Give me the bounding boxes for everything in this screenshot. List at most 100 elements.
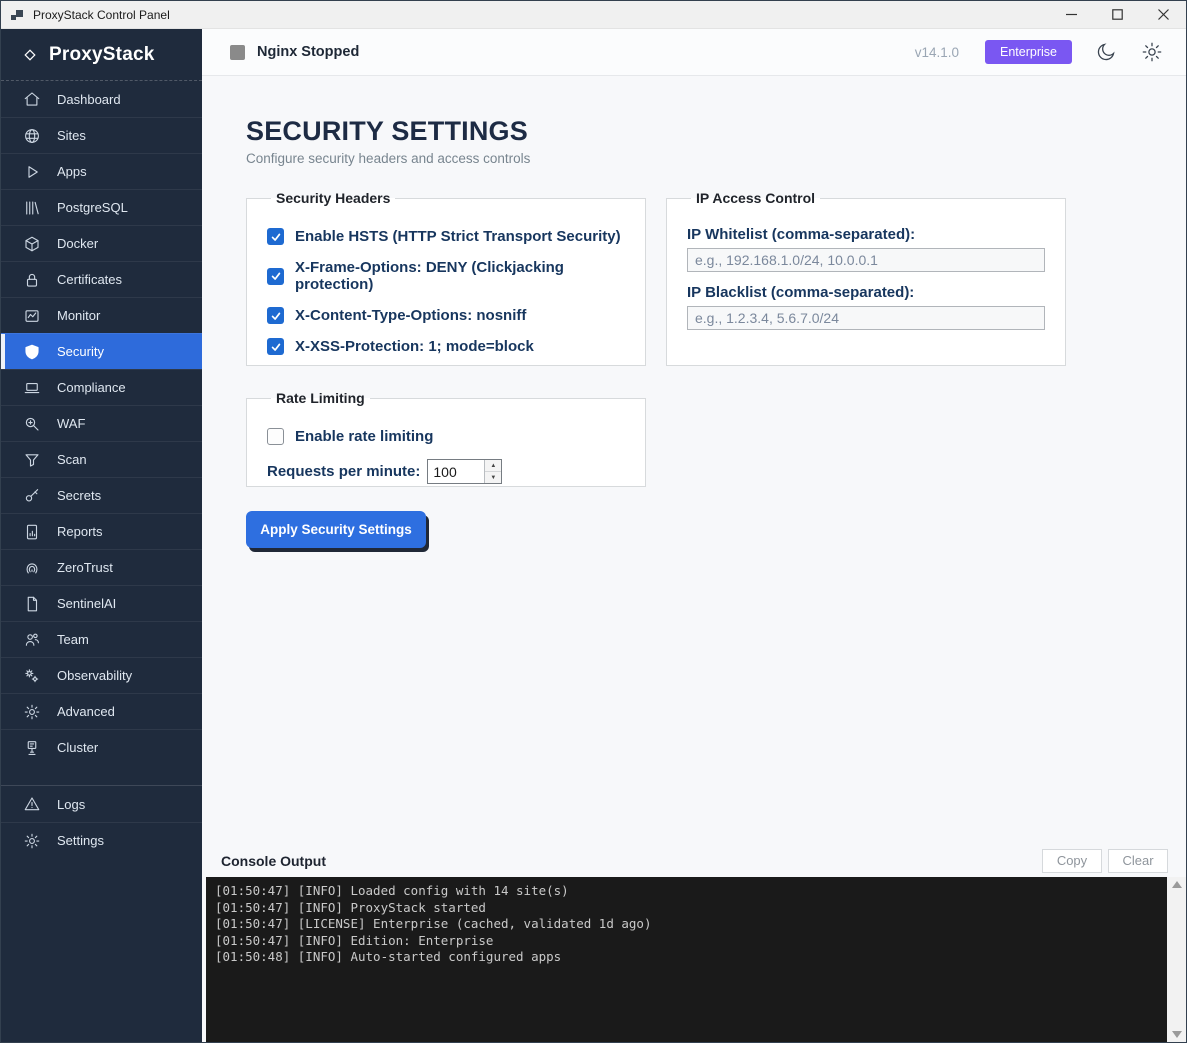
checkbox-unchecked-icon: [267, 428, 284, 445]
sidebar-item-dashboard[interactable]: Dashboard: [1, 81, 202, 117]
enable-rate-limiting-checkbox[interactable]: Enable rate limiting: [267, 428, 625, 445]
sidebar-item-sentinelai[interactable]: SentinelAI: [1, 585, 202, 621]
rpm-increment-button[interactable]: ▲: [485, 460, 502, 472]
checkbox-x-frame-options-deny-clickjack[interactable]: X-Frame-Options: DENY (Clickjacking prot…: [267, 259, 625, 293]
sidebar-item-secrets[interactable]: Secrets: [1, 477, 202, 513]
laptop-icon: [23, 379, 41, 397]
copy-button[interactable]: Copy: [1042, 848, 1102, 873]
sidebar-item-label: Reports: [57, 524, 103, 539]
checkbox-enable-hsts-http-strict-transp[interactable]: Enable HSTS (HTTP Strict Transport Secur…: [267, 228, 625, 245]
sidebar-item-observability[interactable]: Observability: [1, 657, 202, 693]
sidebar-item-label: Compliance: [57, 380, 126, 395]
scroll-up-icon[interactable]: [1171, 881, 1182, 888]
sidebar-item-reports[interactable]: Reports: [1, 513, 202, 549]
sidebar-item-docker[interactable]: Docker: [1, 225, 202, 261]
status-label: Nginx Stopped: [257, 44, 360, 60]
chart-icon: [23, 307, 41, 325]
sidebar-item-postgresql[interactable]: PostgreSQL: [1, 189, 202, 225]
sidebar-item-label: Dashboard: [57, 91, 121, 107]
sidebar-item-label: Team: [57, 632, 89, 647]
checkbox-label: X-Frame-Options: DENY (Clickjacking prot…: [295, 259, 564, 293]
page-subtitle: Configure security headers and access co…: [246, 151, 531, 166]
sidebar-item-label: Logs: [57, 796, 86, 812]
sidebar-item-sites[interactable]: Sites: [1, 117, 202, 153]
console-scrollbar[interactable]: [1167, 877, 1186, 1042]
sidebar-item-label: WAF: [57, 416, 86, 431]
ip-whitelist-input[interactable]: [687, 248, 1045, 272]
sidebar-item-cluster[interactable]: Cluster: [1, 729, 202, 765]
app-window: ProxyStack Control Panel ProxyStack Dash…: [0, 0, 1187, 1043]
sidebar-item-settings[interactable]: Settings: [1, 822, 202, 858]
gears-icon: [23, 667, 41, 685]
fingerprint-icon: [23, 559, 41, 577]
apply-security-settings-button[interactable]: Apply Security Settings: [246, 511, 426, 548]
sidebar-item-monitor[interactable]: Monitor: [1, 297, 202, 333]
sidebar-item-label: Cluster: [57, 740, 99, 755]
sidebar-item-label: Observability: [57, 668, 133, 683]
sidebar-item-waf[interactable]: WAF: [1, 405, 202, 441]
gear-icon[interactable]: [1140, 40, 1164, 64]
container-icon: [23, 235, 41, 253]
sidebar: ProxyStack Dashboard Sites Apps PostgreSQL D…: [1, 29, 202, 1042]
sidebar-item-apps[interactable]: Apps: [1, 153, 202, 189]
window-title: ProxyStack Control Panel: [33, 7, 170, 22]
sidebar-item-label: ZeroTrust: [57, 560, 113, 575]
clear-button[interactable]: Clear: [1108, 848, 1168, 873]
checkbox-label: Enable HSTS (HTTP Strict Transport Secur…: [295, 228, 621, 245]
sidebar-item-compliance[interactable]: Compliance: [1, 369, 202, 405]
checkbox-x-xss-protection-1-mode-block[interactable]: X-XSS-Protection: 1; mode=block: [267, 338, 625, 355]
sidebar-item-zerotrust[interactable]: ZeroTrust: [1, 549, 202, 585]
version-label: v14.1.0: [914, 44, 960, 60]
funnel-icon: [23, 451, 41, 469]
page-title: SECURITY SETTINGS: [246, 116, 528, 146]
sidebar-item-security[interactable]: Security: [1, 333, 202, 369]
security-headers-legend: Security Headers: [276, 190, 391, 206]
sidebar-item-label: Secrets: [57, 488, 102, 503]
checkbox-checked-icon: [267, 228, 284, 245]
rpm-decrement-button[interactable]: ▼: [485, 472, 502, 483]
sidebar-nav-footer: Logs Settings: [1, 785, 202, 858]
play-icon: [23, 163, 41, 181]
minimize-button[interactable]: [1048, 1, 1094, 28]
sidebar-item-certificates[interactable]: Certificates: [1, 261, 202, 297]
sidebar-item-logs[interactable]: Logs: [1, 786, 202, 822]
scroll-down-icon[interactable]: [1171, 1031, 1182, 1038]
rpm-stepper: ▲ ▼: [427, 459, 503, 484]
checkbox-checked-icon: [267, 267, 284, 285]
maximize-button[interactable]: [1094, 1, 1140, 28]
titlebar: ProxyStack Control Panel: [1, 1, 1186, 29]
header-bar: Nginx Stopped v14.1.0 Enterprise: [202, 29, 1186, 76]
rate-limiting-legend: Rate Limiting: [276, 390, 365, 406]
console-title: Console Output: [221, 852, 326, 869]
checkbox-checked-icon: [267, 307, 284, 324]
ip-access-group: IP Access Control IP Whitelist (comma-se…: [666, 190, 1066, 366]
moon-icon[interactable]: [1094, 40, 1118, 64]
sidebar-item-team[interactable]: Team: [1, 621, 202, 657]
logo: ProxyStack: [1, 29, 202, 81]
sidebar-item-advanced[interactable]: Advanced: [1, 693, 202, 729]
content: SECURITY SETTINGS Configure security hea…: [202, 76, 1186, 844]
logo-icon: [21, 46, 39, 64]
lock-icon: [23, 271, 41, 289]
close-button[interactable]: [1140, 1, 1186, 28]
ip-blacklist-input[interactable]: [687, 306, 1045, 330]
sidebar-item-label: Settings: [57, 833, 104, 848]
rate-limiting-group: Rate Limiting Enable rate limiting Reque…: [246, 390, 646, 487]
key-icon: [23, 487, 41, 505]
sidebar-item-label: Sites: [57, 128, 86, 143]
edition-badge[interactable]: Enterprise: [985, 40, 1072, 64]
warning-icon: [23, 795, 41, 813]
report-icon: [23, 523, 41, 541]
status-icon: [230, 44, 245, 60]
logo-text: ProxyStack: [49, 43, 155, 65]
shield-icon: [23, 343, 41, 361]
magnifier-plus-icon: [23, 415, 41, 433]
sidebar-item-scan[interactable]: Scan: [1, 441, 202, 477]
console-output[interactable]: [01:50:47] [INFO] Loaded config with 14 …: [206, 877, 1167, 1042]
home-icon: [23, 90, 41, 108]
rpm-input[interactable]: [428, 460, 485, 483]
sidebar-item-label: Monitor: [57, 308, 101, 323]
checkbox-x-content-type-options-nosniff[interactable]: X-Content-Type-Options: nosniff: [267, 307, 625, 324]
sidebar-nav: Dashboard Sites Apps PostgreSQL Docker Certif…: [1, 81, 202, 765]
